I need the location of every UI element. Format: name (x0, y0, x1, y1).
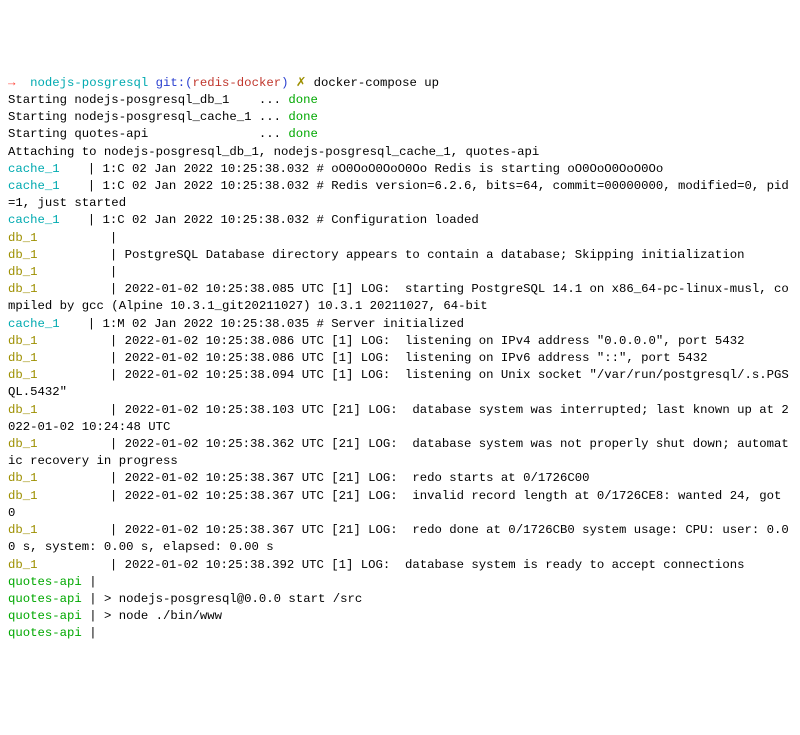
log-text: | 2022-01-02 10:25:38.085 UTC [1] LOG: s… (8, 282, 789, 313)
log-text: Starting nodejs-posgresql_db_1 ... (8, 93, 288, 107)
service-label: db_1 (8, 350, 66, 367)
log-text: | 2022-01-02 10:25:38.086 UTC [1] LOG: l… (110, 334, 745, 348)
git-label: git:( (156, 76, 193, 90)
log-line: cache_1 | 1:M 02 Jan 2022 10:25:38.035 #… (8, 316, 792, 333)
log-text: | 2022-01-02 10:25:38.367 UTC [21] LOG: … (8, 523, 789, 554)
service-label: db_1 (8, 557, 66, 574)
service-label: db_1 (8, 402, 66, 419)
log-text: | > node ./bin/www (89, 609, 222, 623)
log-line: Attaching to nodejs-posgresql_db_1, node… (8, 144, 792, 161)
service-label: db_1 (8, 436, 66, 453)
log-line: quotes-api | > nodejs-posgresql@0.0.0 st… (8, 591, 792, 608)
log-line: Starting nodejs-posgresql_cache_1 ... do… (8, 109, 792, 126)
service-label: db_1 (8, 367, 66, 384)
log-line: quotes-api | > node ./bin/www (8, 608, 792, 625)
prompt-line: → nodejs-posgresql git:(redis-docker) ✗ … (8, 75, 792, 92)
log-text: | 2022-01-02 10:25:38.362 UTC [21] LOG: … (8, 437, 789, 468)
log-text: | PostgreSQL Database directory appears … (110, 248, 745, 262)
log-line: cache_1 | 1:C 02 Jan 2022 10:25:38.032 #… (8, 212, 792, 229)
service-label: db_1 (8, 488, 66, 505)
log-text: | (110, 265, 125, 279)
service-label: db_1 (8, 281, 66, 298)
log-text: | (89, 575, 104, 589)
log-text: Starting nodejs-posgresql_cache_1 ... (8, 110, 288, 124)
log-line: quotes-api | (8, 574, 792, 591)
log-line: db_1 | 2022-01-02 10:25:38.085 UTC [1] L… (8, 281, 792, 315)
log-text: | > nodejs-posgresql@0.0.0 start /src (89, 592, 362, 606)
log-line: db_1 | (8, 264, 792, 281)
terminal-output[interactable]: → nodejs-posgresql git:(redis-docker) ✗ … (8, 75, 792, 643)
status-done: done (288, 127, 318, 141)
service-label: cache_1 (8, 316, 66, 333)
log-line: db_1 | (8, 230, 792, 247)
service-label: quotes-api (8, 591, 82, 608)
log-text: | 1:M 02 Jan 2022 10:25:38.035 # Server … (88, 317, 464, 331)
service-label: db_1 (8, 470, 66, 487)
log-text: Attaching to nodejs-posgresql_db_1, node… (8, 145, 539, 159)
service-label: db_1 (8, 230, 66, 247)
prompt-dir: nodejs-posgresql (30, 76, 148, 90)
log-text: | 2022-01-02 10:25:38.367 UTC [21] LOG: … (8, 489, 789, 520)
log-text: | (110, 231, 125, 245)
log-line: db_1 | 2022-01-02 10:25:38.392 UTC [1] L… (8, 557, 792, 574)
log-line: Starting quotes-api ... done (8, 126, 792, 143)
log-line: db_1 | 2022-01-02 10:25:38.103 UTC [21] … (8, 402, 792, 436)
log-text: | 2022-01-02 10:25:38.094 UTC [1] LOG: l… (8, 368, 789, 399)
log-line: db_1 | 2022-01-02 10:25:38.367 UTC [21] … (8, 488, 792, 522)
service-label: quotes-api (8, 625, 82, 642)
log-line: cache_1 | 1:C 02 Jan 2022 10:25:38.032 #… (8, 178, 792, 212)
service-label: db_1 (8, 247, 66, 264)
service-label: db_1 (8, 264, 66, 281)
log-line: db_1 | 2022-01-02 10:25:38.362 UTC [21] … (8, 436, 792, 470)
git-branch: redis-docker (193, 76, 282, 90)
log-text: | 2022-01-02 10:25:38.086 UTC [1] LOG: l… (110, 351, 708, 365)
service-label: db_1 (8, 522, 66, 539)
log-text: | 2022-01-02 10:25:38.392 UTC [1] LOG: d… (110, 558, 745, 572)
log-line: db_1 | 2022-01-02 10:25:38.367 UTC [21] … (8, 470, 792, 487)
log-line: db_1 | 2022-01-02 10:25:38.367 UTC [21] … (8, 522, 792, 556)
status-done: done (288, 110, 318, 124)
log-text: | 1:C 02 Jan 2022 10:25:38.032 # oO0OoO0… (88, 162, 664, 176)
service-label: cache_1 (8, 212, 66, 229)
log-line: db_1 | 2022-01-02 10:25:38.094 UTC [1] L… (8, 367, 792, 401)
command-text: docker-compose up (314, 76, 439, 90)
git-close: ) (281, 76, 288, 90)
log-text: | 1:C 02 Jan 2022 10:25:38.032 # Configu… (88, 213, 479, 227)
dirty-icon: ✗ (296, 76, 306, 90)
log-text: Starting quotes-api ... (8, 127, 288, 141)
service-label: quotes-api (8, 608, 82, 625)
service-label: cache_1 (8, 161, 66, 178)
log-text: | 2022-01-02 10:25:38.367 UTC [21] LOG: … (110, 471, 590, 485)
log-text: | 2022-01-02 10:25:38.103 UTC [21] LOG: … (8, 403, 789, 434)
log-line: db_1 | 2022-01-02 10:25:38.086 UTC [1] L… (8, 333, 792, 350)
log-line: cache_1 | 1:C 02 Jan 2022 10:25:38.032 #… (8, 161, 792, 178)
service-label: quotes-api (8, 574, 82, 591)
status-done: done (288, 93, 318, 107)
log-text: | 1:C 02 Jan 2022 10:25:38.032 # Redis v… (8, 179, 789, 210)
service-label: cache_1 (8, 178, 66, 195)
log-line: db_1 | PostgreSQL Database directory app… (8, 247, 792, 264)
log-line: Starting nodejs-posgresql_db_1 ... done (8, 92, 792, 109)
log-line: quotes-api | (8, 625, 792, 642)
service-label: db_1 (8, 333, 66, 350)
log-line: db_1 | 2022-01-02 10:25:38.086 UTC [1] L… (8, 350, 792, 367)
log-text: | (89, 626, 104, 640)
prompt-arrow-icon: → (8, 76, 15, 90)
